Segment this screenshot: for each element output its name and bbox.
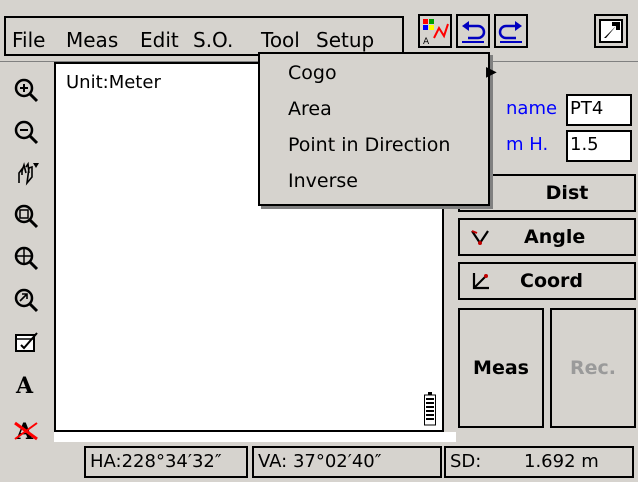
map-color-icon[interactable]: A bbox=[418, 14, 452, 48]
menu-meas[interactable]: Meas bbox=[66, 28, 118, 52]
sd-readout: SD: 1.692 m bbox=[444, 446, 634, 478]
rec-button: Rec. bbox=[550, 308, 636, 428]
zoom-previous-icon[interactable] bbox=[8, 282, 44, 318]
height-label: m H. bbox=[506, 134, 549, 155]
point-name-field[interactable]: PT4 bbox=[566, 94, 632, 126]
zoom-extent-icon[interactable] bbox=[8, 240, 44, 276]
sd-label: SD: bbox=[450, 451, 482, 472]
unit-label: Unit:Meter bbox=[66, 72, 161, 93]
properties-icon[interactable] bbox=[8, 324, 44, 360]
menu-so[interactable]: S.O. bbox=[193, 28, 233, 52]
submenu-arrow-icon: ▶ bbox=[486, 64, 497, 80]
menu-tool[interactable]: Tool bbox=[261, 28, 300, 52]
menu-setup[interactable]: Setup bbox=[316, 28, 374, 52]
exit-icon[interactable] bbox=[594, 14, 628, 48]
angle-label: Angle bbox=[524, 226, 586, 248]
battery-icon bbox=[424, 392, 436, 426]
menu-item-area[interactable]: Area bbox=[288, 98, 332, 120]
pan-icon[interactable] bbox=[8, 156, 44, 192]
meas-button[interactable]: Meas bbox=[458, 308, 544, 428]
angle-button[interactable]: Angle bbox=[458, 218, 636, 256]
menu-item-cogo[interactable]: Cogo bbox=[288, 62, 337, 84]
menu-item-point-in-direction[interactable]: Point in Direction bbox=[288, 134, 450, 156]
left-toolbar: A A bbox=[0, 62, 54, 482]
angle-icon bbox=[471, 230, 489, 245]
undo-icon[interactable] bbox=[456, 14, 490, 48]
zoom-window-icon[interactable] bbox=[8, 198, 44, 234]
text-icon[interactable]: A bbox=[8, 366, 44, 402]
svg-text:A: A bbox=[423, 37, 430, 46]
coord-icon bbox=[472, 273, 489, 290]
sd-value: 1.692 m bbox=[524, 451, 599, 472]
menu-item-inverse[interactable]: Inverse bbox=[288, 170, 358, 192]
svg-text:A: A bbox=[15, 373, 34, 397]
coord-button[interactable]: Coord bbox=[458, 262, 636, 300]
menu-file[interactable]: File bbox=[12, 28, 45, 52]
point-name-label: name bbox=[506, 98, 558, 119]
va-readout: VA: 37°02′40″ bbox=[252, 446, 442, 478]
zoom-out-icon[interactable] bbox=[8, 114, 44, 150]
dist-label: Dist bbox=[545, 182, 589, 204]
redo-icon[interactable] bbox=[494, 14, 528, 48]
tool-dropdown-menu: Cogo ▶ Area Point in Direction Inverse bbox=[258, 52, 497, 206]
height-field[interactable]: 1.5 bbox=[566, 130, 632, 162]
coord-label: Coord bbox=[520, 270, 584, 292]
rec-label: Rec. bbox=[570, 357, 616, 379]
zoom-in-icon[interactable] bbox=[8, 72, 44, 108]
ha-readout: HA:228°34′32″ bbox=[84, 446, 248, 478]
meas-label: Meas bbox=[473, 357, 529, 379]
menu-edit[interactable]: Edit bbox=[140, 28, 179, 52]
